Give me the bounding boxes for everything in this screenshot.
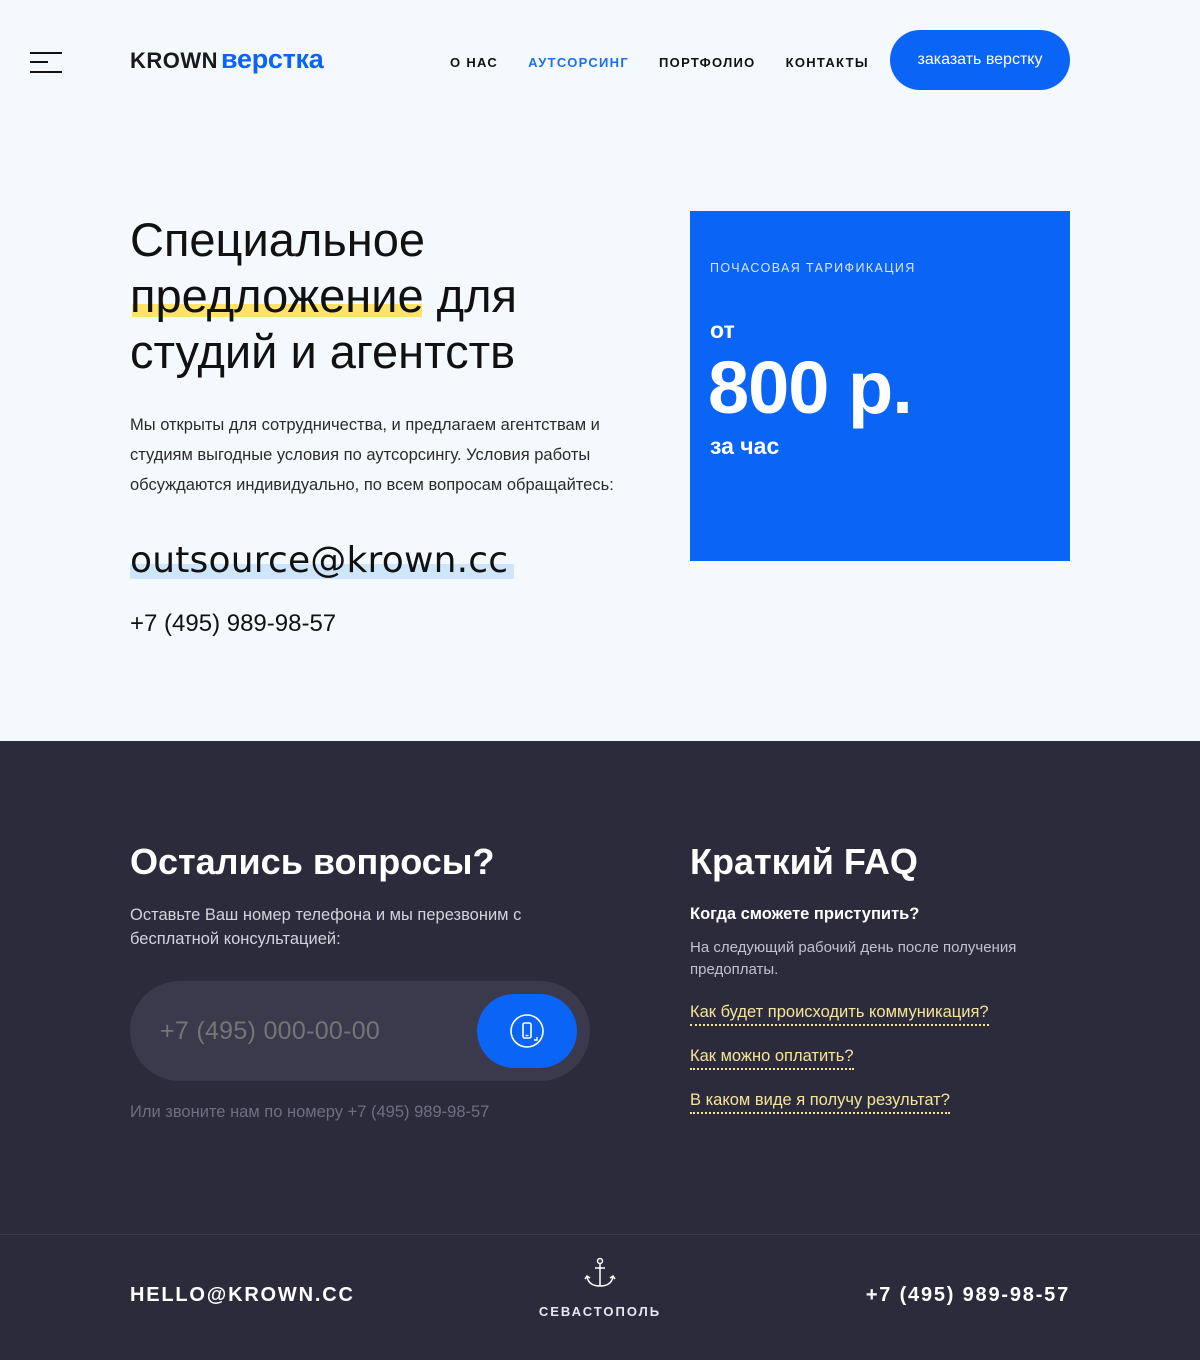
hero-description: Мы открыты для сотрудничества, и предлаг… [130, 416, 614, 494]
anchor-icon [584, 1257, 616, 1287]
hero-title-rest: для [423, 269, 517, 322]
hero-phone-link[interactable]: +7 (495) 989-98-57 [130, 610, 336, 638]
footer-phone[interactable]: +7 (495) 989-98-57 [866, 1284, 1070, 1307]
questions-title: Остались вопросы? [130, 841, 495, 882]
logo[interactable]: KROWN верстка [130, 44, 324, 75]
questions-text: Оставьте Ваш номер телефона и мы перезво… [130, 906, 522, 948]
order-button[interactable]: заказать верстку [890, 30, 1070, 90]
callback-button[interactable] [477, 994, 577, 1068]
nav-about[interactable]: О НАС [450, 55, 498, 70]
phone-call-icon [510, 1014, 544, 1048]
hero-title-line1: Специальное [130, 213, 425, 266]
price-box: ПОЧАСОВАЯ ТАРИФИКАЦИЯ от 800 р. за час [690, 211, 1070, 561]
main-nav: О НАС АУТСОРСИНГ ПОРТФОЛИО КОНТАКТЫ [450, 55, 899, 70]
menu-icon[interactable] [30, 52, 64, 74]
hero-title-line3: студий и агентств [130, 325, 516, 378]
faq-link-result[interactable]: В каком виде я получу результат? [690, 1091, 950, 1114]
logo-krown: KROWN [130, 48, 219, 73]
footer-city: СЕВАСТОПОЛЬ [530, 1257, 670, 1319]
faq-link-communication[interactable]: Как будет происходить коммуникация? [690, 1003, 989, 1026]
site-footer: HELLO@KROWN.CC СЕВАСТОПОЛЬ +7 (495) 989-… [0, 1234, 1200, 1360]
faq-answer: На следующий рабочий день после получени… [690, 939, 1017, 978]
outsource-email-link[interactable]: outsource@krown.cc [130, 540, 515, 581]
price-label: ПОЧАСОВАЯ ТАРИФИКАЦИЯ [710, 261, 916, 275]
questions-note: Или звоните нам по номеру +7 (495) 989-9… [130, 1103, 490, 1121]
faq-link-payment[interactable]: Как можно оплатить? [690, 1047, 854, 1070]
site-header: KROWN верстка О НАС АУТСОРСИНГ ПОРТФОЛИО… [0, 0, 1200, 120]
price-per: за час [710, 433, 780, 459]
price-from: от [710, 317, 735, 343]
hero-title-highlight: предложение [130, 269, 424, 322]
phone-input[interactable] [160, 1013, 460, 1049]
nav-contacts[interactable]: КОНТАКТЫ [786, 55, 869, 70]
hero-title: Специальное предложение для студий и агент… [130, 212, 650, 380]
faq-question-open[interactable]: Когда сможете приступить? [690, 905, 919, 924]
logo-verstka: верстка [221, 44, 324, 74]
contact-section: Остались вопросы? Оставьте Ваш номер тел… [0, 741, 1200, 1234]
footer-email[interactable]: HELLO@KROWN.CC [130, 1284, 355, 1307]
footer-city-label: СЕВАСТОПОЛЬ [538, 1304, 662, 1319]
price-amount: 800 р. [708, 346, 913, 429]
faq-title: Краткий FAQ [690, 841, 918, 882]
nav-outsourcing[interactable]: АУТСОРСИНГ [528, 55, 629, 70]
nav-portfolio[interactable]: ПОРТФОЛИО [659, 55, 756, 70]
callback-form [130, 981, 590, 1081]
